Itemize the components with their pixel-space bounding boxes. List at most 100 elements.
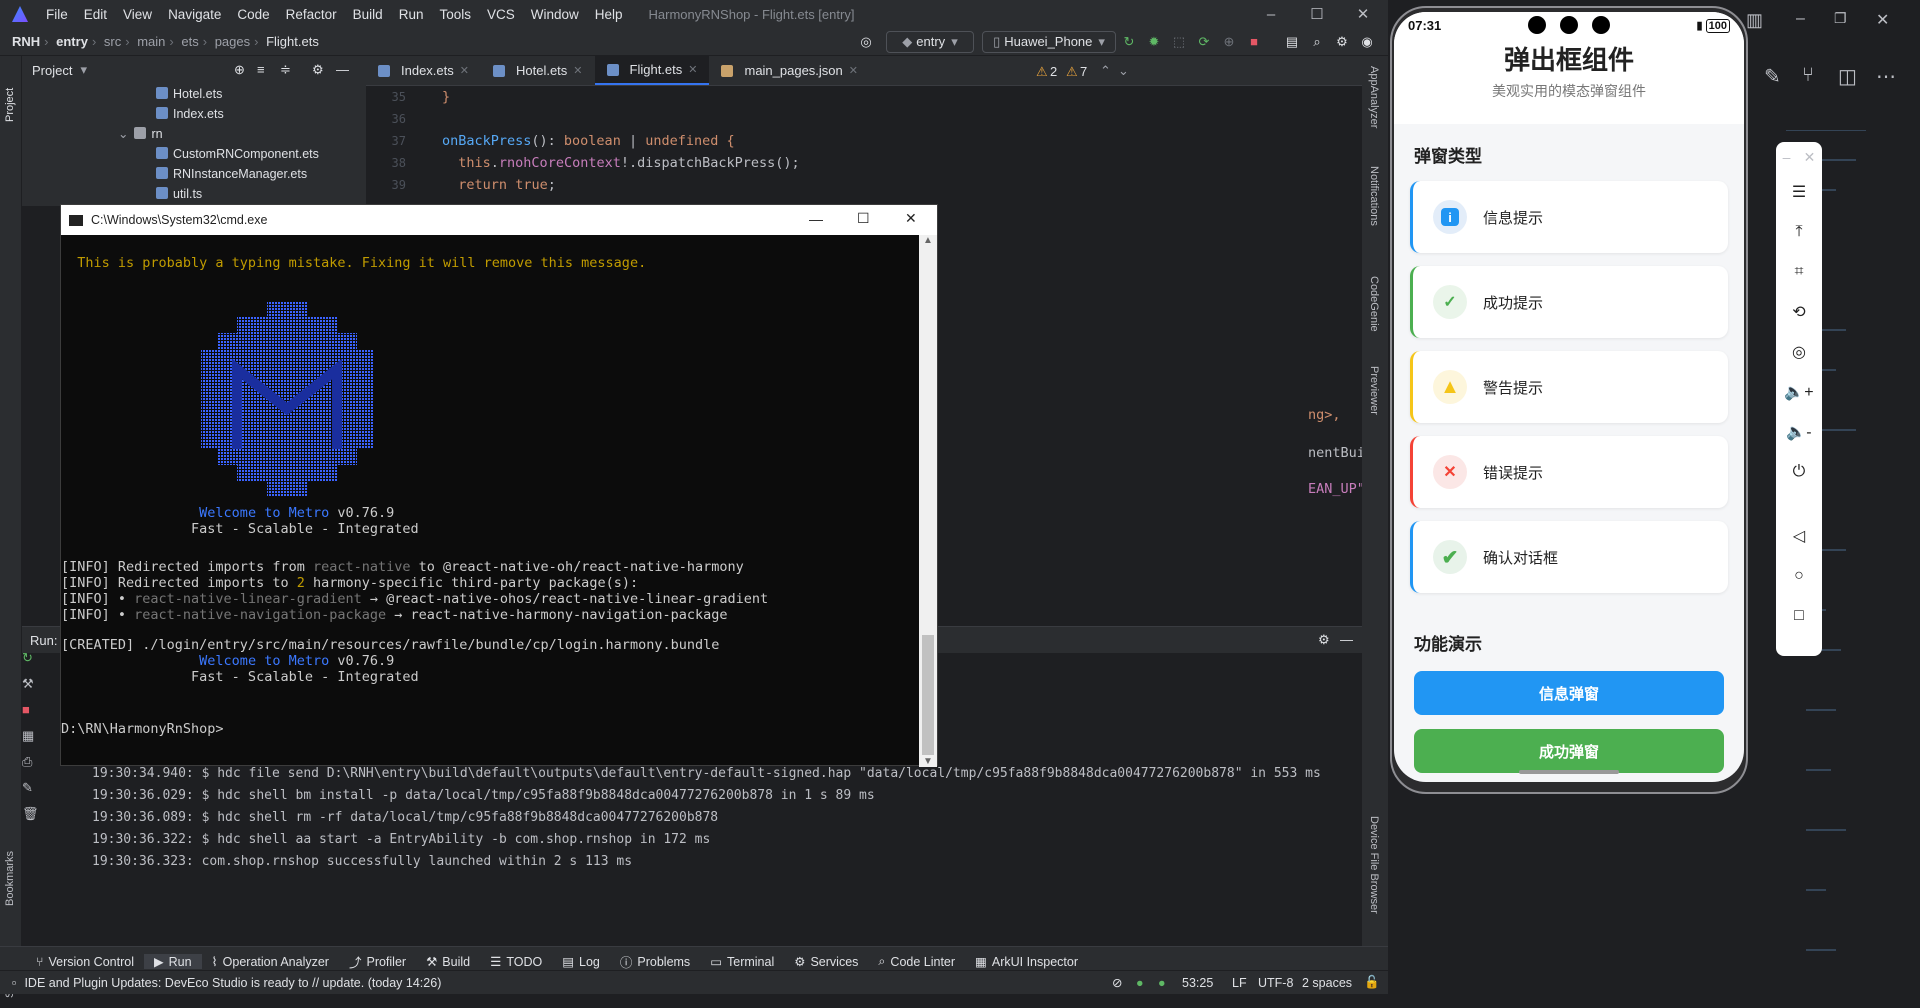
minimize-icon[interactable]: – [1783,149,1791,165]
hide-panel-icon[interactable]: — [336,62,349,77]
expand-all-icon[interactable]: ≡ [257,62,265,77]
gear-icon[interactable]: ⚙ [1331,31,1353,53]
layout-icon[interactable]: ▦ [22,728,52,754]
edit-icon[interactable]: ✎ [1764,64,1781,89]
menu-navigate[interactable]: Navigate [160,7,229,22]
close-icon[interactable]: ✕ [1876,10,1889,30]
rotate-icon[interactable]: ⟲ [1776,292,1822,332]
minimize-icon[interactable]: — [809,211,823,227]
location-icon[interactable]: ◎ [1776,332,1822,372]
close-icon[interactable]: ✕ [905,210,917,227]
indent-setting[interactable]: 2 spaces [1302,976,1352,990]
debug-icon[interactable]: ✹ [1143,31,1165,53]
folder-icon[interactable]: ▤ [1281,31,1303,53]
menu-file[interactable]: File [38,7,76,22]
file-encoding[interactable]: UTF-8 [1258,976,1293,990]
menu-build[interactable]: Build [345,7,391,22]
tab-services[interactable]: ⚙ Services [784,954,868,970]
home-indicator[interactable] [1519,770,1619,774]
tab-flight[interactable]: Flight.ets ✕ [594,56,710,85]
menu-vcs[interactable]: VCS [479,7,523,22]
success-dialog-button[interactable]: 成功弹窗 [1414,729,1724,773]
card-success[interactable]: ✓ 成功提示 [1410,266,1728,338]
print-icon[interactable]: ⎙ [22,754,52,780]
scroll-down-icon[interactable]: ▼ [919,756,937,767]
tab-hotel[interactable]: Hotel.ets ✕ [481,56,595,85]
card-info[interactable]: i 信息提示 [1410,181,1728,253]
scroll-thumb[interactable] [922,635,934,755]
warning-icon[interactable]: ⚠ [1036,64,1048,80]
menu-icon[interactable]: ☰ [1776,172,1822,212]
volume-up-icon[interactable]: 🔈+ [1776,372,1822,412]
tab-code-linter[interactable]: ⌕ Code Linter [868,954,965,969]
gear-icon[interactable]: ⚙ [312,62,324,78]
scroll-up-icon[interactable]: ▲ [919,235,937,246]
tab-operation-analyzer[interactable]: ⌇ Operation Analyzer [202,954,339,970]
search-icon[interactable]: ⌕ [1306,31,1328,53]
pin-top-icon[interactable]: ⤒ [1776,212,1822,252]
line-separator[interactable]: LF [1232,976,1247,990]
close-tab-icon[interactable]: ✕ [688,63,697,76]
device-select[interactable]: ▯ Huawei_Phone ▾ [982,30,1116,53]
power-icon[interactable]: ⏻ [1776,452,1822,492]
breadcrumb-main[interactable]: main [137,34,165,49]
minimize-icon[interactable]: – [1796,10,1805,28]
tab-todo[interactable]: ☰ TODO [480,954,552,970]
tab-problems[interactable]: ⓘ Problems [610,952,700,971]
tab-run[interactable]: ▶ Run [143,954,202,969]
tree-folder[interactable]: ⌄ rn [22,124,366,144]
tree-item[interactable]: CustomRNComponent.ets [22,144,366,164]
tab-log[interactable]: ▤ Log [552,954,610,970]
maximize-icon[interactable]: ☐ [857,210,870,227]
project-view-select[interactable]: Project [32,63,72,78]
screenshot-icon[interactable]: ⌗ [1776,252,1822,292]
codegenie-tab[interactable]: CodeGenie [1368,276,1380,356]
notifications-tab[interactable]: Notifications [1368,166,1380,266]
locate-icon[interactable]: ⊕ [234,62,245,78]
tab-profiler[interactable]: ⤴ Profiler [339,952,416,971]
profile-icon[interactable]: ⊕ [1218,31,1240,53]
gear-icon[interactable]: ⚙ [1318,632,1330,648]
bookmarks-tool-tab[interactable]: Bookmarks [4,826,16,906]
menu-code[interactable]: Code [229,7,277,22]
inspection-icon[interactable]: ⊘ [1112,975,1122,990]
pin-icon[interactable]: ✎ [22,780,52,806]
card-warning[interactable]: ▲ 警告提示 [1410,351,1728,423]
device-file-browser-tab[interactable]: Device File Browser [1368,816,1380,946]
rerun-icon[interactable]: ↻ [1118,31,1140,53]
stop-icon[interactable]: ■ [1243,31,1265,53]
volume-down-icon[interactable]: 🔈- [1776,412,1822,452]
wrench-icon[interactable]: ⚒ [22,676,52,702]
tab-arkui-inspector[interactable]: ▦ ArkUI Inspector [965,954,1088,970]
project-tool-tab[interactable]: Project [4,62,16,122]
maximize-icon[interactable]: ❐ [1834,10,1847,27]
next-highlight-icon[interactable]: ⌄ [1118,63,1129,79]
tree-item[interactable]: Index.ets [22,104,366,124]
stop-icon[interactable]: ■ [22,702,52,728]
home-icon[interactable]: ○ [1776,556,1822,596]
lock-icon[interactable]: 🔓 [1364,975,1380,990]
panel-layout-icon[interactable]: ▥ [1746,10,1763,31]
menu-refactor[interactable]: Refactor [278,7,345,22]
breadcrumb-ets[interactable]: ets [181,34,198,49]
maximize-icon[interactable]: ☐ [1294,0,1340,28]
caret-position[interactable]: 53:25 [1182,976,1213,990]
close-icon[interactable]: ✕ [1340,0,1386,28]
prev-highlight-icon[interactable]: ⌃ [1100,63,1111,79]
card-confirm[interactable]: ✔ 确认对话框 [1410,521,1728,593]
breadcrumb-module[interactable]: entry [56,34,88,49]
breadcrumb-file[interactable]: Flight.ets [266,34,319,49]
menu-tools[interactable]: Tools [431,7,479,22]
cmd-prompt[interactable]: D:\RN\HarmonyRnShop> [61,721,224,737]
menu-edit[interactable]: Edit [76,7,115,22]
cmd-output[interactable]: This is probably a typing mistake. Fixin… [61,235,919,767]
close-tab-icon[interactable]: ✕ [849,64,858,77]
recents-icon[interactable]: □ [1776,596,1822,636]
target-icon[interactable]: ◎ [855,31,877,53]
menu-help[interactable]: Help [587,7,631,22]
apply-changes-icon[interactable]: ⟳ [1193,31,1215,53]
more-icon[interactable]: ⋯ [1876,64,1896,89]
cmd-scrollbar[interactable]: ▲ ▼ [919,235,937,767]
menu-run[interactable]: Run [391,7,432,22]
close-tab-icon[interactable]: ✕ [573,64,582,77]
